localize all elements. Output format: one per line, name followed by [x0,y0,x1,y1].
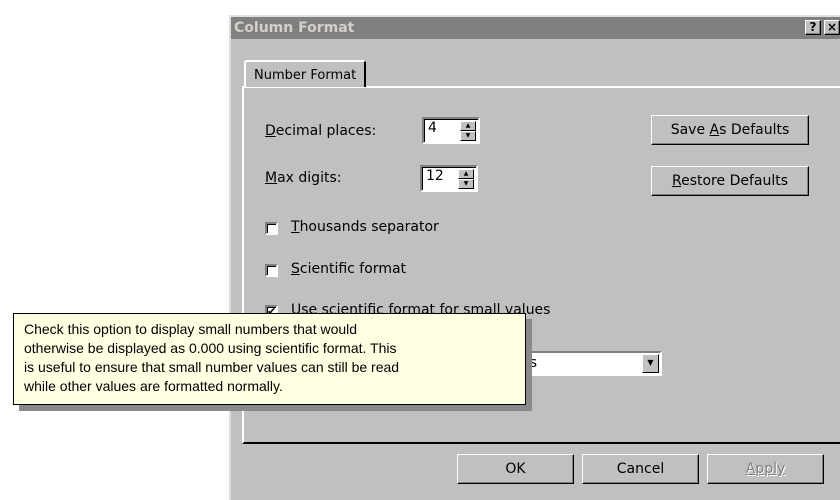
tooltip-line: while other values are formatted normall… [24,378,283,394]
spin-down-icon[interactable]: ▼ [460,131,476,141]
arrow: ▼ [647,358,654,367]
accel-s: S [291,261,300,277]
tooltip-line: otherwise be displayed as 0.000 using sc… [24,340,397,356]
spin-buttons: ▲ ▼ [460,121,476,142]
spin-down-icon[interactable]: ▼ [458,179,474,189]
decimal-places-stepper[interactable]: 4 ▲ ▼ [422,117,480,144]
spin-up-icon[interactable]: ▲ [460,121,476,131]
accel-r: R [671,173,682,189]
spin-up-icon[interactable]: ▲ [458,169,474,179]
btn-text: OK [505,461,526,477]
display-option-combobox[interactable]: 0's ▼ [511,351,662,376]
btn-text: Save [670,122,710,138]
max-digits-stepper[interactable]: 12 ▲ ▼ [420,165,478,192]
apply-button[interactable]: Apply [707,454,824,484]
decimal-places-value: 4 [428,120,437,136]
scientific-format-checkbox[interactable] [265,264,278,277]
thousands-separator-label: Thousands separator [291,219,439,235]
btn-text: s Defaults [719,122,790,138]
tab-label: Number Format [254,68,357,83]
max-digits-label: Max digits: [265,170,341,186]
accel-m: M [265,170,278,186]
decimal-places-label: Decimal places: [265,123,376,139]
close-icon: × [826,20,838,34]
column-format-dialog: Column Format ? × Number Format Decimal … [229,15,840,500]
help-icon: ? [809,20,817,34]
save-as-defaults-button[interactable]: Save As Defaults [651,115,809,145]
btn-text: Cancel [616,461,665,477]
close-button[interactable]: × [824,20,840,35]
accel-t: T [291,219,300,235]
help-button[interactable]: ? [805,20,821,35]
label-rest: ax digits: [277,170,342,186]
btn-text: Apply [745,461,786,477]
tab-number-format[interactable]: Number Format [244,60,367,87]
label-rest: housands separator [299,219,439,235]
tooltip-line: Check this option to display small numbe… [24,321,358,337]
label-rest: cientific format [299,261,407,277]
tooltip: Check this option to display small numbe… [13,313,526,405]
label-rest: ecimal places: [275,123,377,139]
max-digits-value: 12 [426,168,444,184]
restore-defaults-button[interactable]: Restore Defaults [651,166,809,196]
btn-text: estore Defaults [681,173,789,189]
title-bar: Column Format ? × [231,17,840,39]
scientific-format-label: Scientific format [291,261,406,277]
cancel-button[interactable]: Cancel [582,454,699,484]
tooltip-line: is useful to ensure that small number va… [24,359,400,375]
dialog-title: Column Format [234,20,355,36]
accel-a: A [709,122,720,138]
spin-buttons: ▲ ▼ [458,169,474,190]
accel-d: D [265,123,276,139]
chevron-down-icon[interactable]: ▼ [642,354,659,373]
thousands-separator-checkbox[interactable] [265,222,278,235]
ok-button[interactable]: OK [457,454,574,484]
